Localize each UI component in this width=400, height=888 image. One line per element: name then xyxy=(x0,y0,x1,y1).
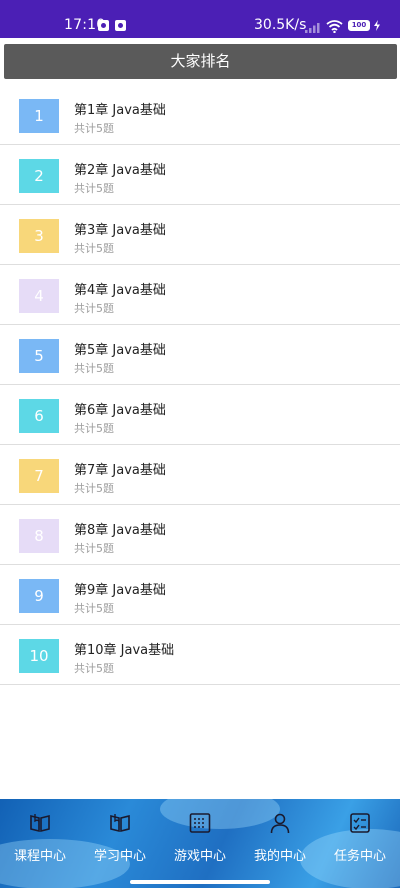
chapter-number-badge: 8 xyxy=(19,519,59,553)
battery-icon: 100 xyxy=(348,20,370,31)
chapter-list-item[interactable]: 9 第9章 Java基础 共计5题 xyxy=(0,565,400,625)
chapter-title: 第9章 Java基础 xyxy=(74,583,166,598)
chapter-question-count: 共计5题 xyxy=(74,362,114,375)
chapter-list-item[interactable]: 2 第2章 Java基础 共计5题 xyxy=(0,145,400,205)
chapter-number-badge: 1 xyxy=(19,99,59,133)
chapter-title: 第4章 Java基础 xyxy=(74,283,166,298)
chapter-number-badge: 7 xyxy=(19,459,59,493)
chapter-number-badge: 2 xyxy=(19,159,59,193)
chapter-list-item[interactable]: 10 第10章 Java基础 共计5题 xyxy=(0,625,400,685)
page-title: 大家排名 xyxy=(4,44,397,79)
chapter-title: 第5章 Java基础 xyxy=(74,343,166,358)
chapter-list-item[interactable]: 6 第6章 Java基础 共计5题 xyxy=(0,385,400,445)
chapter-question-count: 共计5题 xyxy=(74,302,114,315)
chapter-title: 第10章 Java基础 xyxy=(74,643,175,658)
chapter-number-badge: 10 xyxy=(19,639,59,673)
tab-game-center[interactable]: 游戏中心 xyxy=(160,799,240,869)
wifi-icon xyxy=(326,20,343,33)
chapter-number-badge: 5 xyxy=(19,339,59,373)
tab-label: 游戏中心 xyxy=(173,849,226,864)
book-icon xyxy=(110,814,130,833)
home-indicator[interactable] xyxy=(130,880,270,884)
grid-icon xyxy=(189,813,211,833)
tab-course-center[interactable]: 课程中心 xyxy=(0,799,80,869)
tab-label: 学习中心 xyxy=(93,849,146,864)
chapter-list-item[interactable]: 5 第5章 Java基础 共计5题 xyxy=(0,325,400,385)
status-bar: 17:10 30.5K/s 100 xyxy=(0,0,400,38)
chapter-number-badge: 4 xyxy=(19,279,59,313)
charging-icon xyxy=(374,20,380,31)
chapter-question-count: 共计5题 xyxy=(74,422,114,435)
chapter-question-count: 共计5题 xyxy=(74,662,114,675)
chapter-question-count: 共计5题 xyxy=(74,602,114,615)
signal-icon xyxy=(305,23,320,33)
tab-my-center[interactable]: 我的中心 xyxy=(240,799,320,869)
chapter-list-item[interactable]: 7 第7章 Java基础 共计5题 xyxy=(0,445,400,505)
book-icon xyxy=(30,814,50,833)
chapter-list-item[interactable]: 4 第4章 Java基础 共计5题 xyxy=(0,265,400,325)
network-speed: 30.5K/s xyxy=(254,17,307,33)
app-notification-icon xyxy=(115,20,126,31)
tab-label: 我的中心 xyxy=(253,849,306,864)
chapter-question-count: 共计5题 xyxy=(74,482,114,495)
chapter-title: 第6章 Java基础 xyxy=(74,403,166,418)
chapter-title: 第1章 Java基础 xyxy=(74,103,166,118)
chapter-title: 第8章 Java基础 xyxy=(74,523,166,538)
chapter-list: 1 第1章 Java基础 共计5题 2 第2章 Java基础 共计5题 3 第3… xyxy=(0,85,400,685)
tab-label: 课程中心 xyxy=(13,849,66,864)
chapter-question-count: 共计5题 xyxy=(74,242,114,255)
chapter-title: 第3章 Java基础 xyxy=(74,223,166,238)
person-icon xyxy=(270,813,290,834)
chapter-title: 第7章 Java基础 xyxy=(74,463,166,478)
app-notification-icon xyxy=(98,20,109,31)
tab-task-center[interactable]: 任务中心 xyxy=(320,799,400,869)
chapter-number-badge: 3 xyxy=(19,219,59,253)
chapter-title: 第2章 Java基础 xyxy=(74,163,166,178)
chapter-question-count: 共计5题 xyxy=(74,182,114,195)
chapter-list-item[interactable]: 3 第3章 Java基础 共计5题 xyxy=(0,205,400,265)
chapter-list-item[interactable]: 8 第8章 Java基础 共计5题 xyxy=(0,505,400,565)
checklist-icon xyxy=(350,813,370,833)
chapter-number-badge: 9 xyxy=(19,579,59,613)
tab-study-center[interactable]: 学习中心 xyxy=(80,799,160,869)
chapter-question-count: 共计5题 xyxy=(74,122,114,135)
chapter-question-count: 共计5题 xyxy=(74,542,114,555)
tab-label: 任务中心 xyxy=(333,849,386,864)
bottom-navigation: 课程中心 学习中心 游戏中心 我的中心 任务中心 xyxy=(0,799,400,888)
chapter-number-badge: 6 xyxy=(19,399,59,433)
chapter-list-item[interactable]: 1 第1章 Java基础 共计5题 xyxy=(0,85,400,145)
